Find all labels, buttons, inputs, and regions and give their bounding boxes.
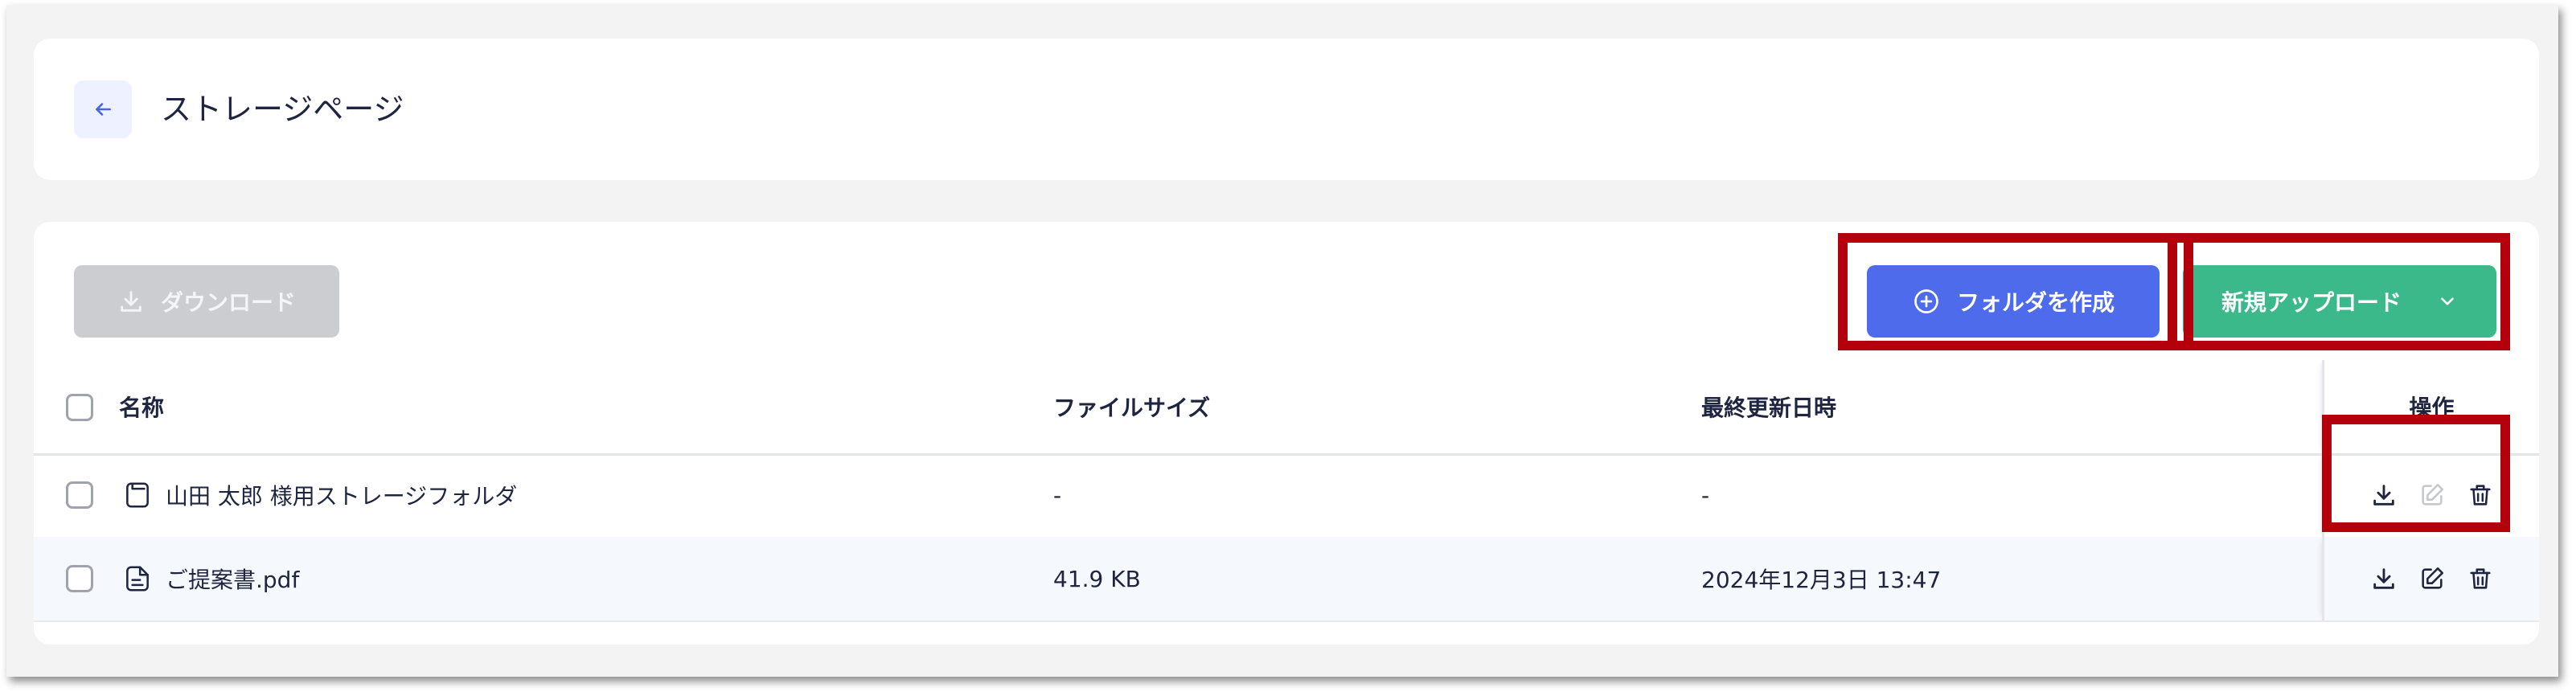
edit-icon[interactable] — [2416, 563, 2448, 595]
download-icon[interactable] — [2368, 563, 2400, 595]
row-actions — [2322, 537, 2539, 620]
highlight-create-folder — [1838, 233, 2193, 350]
row-size: - — [1053, 481, 1062, 509]
highlight-row-actions — [2322, 415, 2510, 532]
trash-icon[interactable] — [2464, 563, 2496, 595]
back-button[interactable] — [74, 80, 132, 138]
row-updated: - — [1701, 481, 1710, 509]
column-header-updated[interactable]: 最終更新日時 — [1701, 360, 1836, 453]
row-size: 41.9 KB — [1053, 565, 1141, 592]
row-checkbox[interactable] — [66, 481, 93, 509]
arrow-left-icon — [96, 103, 111, 116]
column-header-name[interactable]: 名称 — [119, 360, 164, 453]
select-all-checkbox[interactable] — [66, 394, 93, 421]
download-button-label: ダウンロード — [160, 289, 296, 316]
row-name[interactable]: ご提案書.pdf — [166, 563, 299, 595]
table-row[interactable]: 山田 太郎 様用ストレージフォルダ - - — [34, 453, 2539, 538]
app-shell: ストレージページ ダウンロード フォルダを作成 新規アップロード 名称 ファイル… — [6, 5, 2558, 677]
highlight-upload — [2168, 233, 2510, 350]
name-cell[interactable]: ご提案書.pdf — [93, 537, 299, 620]
storage-panel: ダウンロード フォルダを作成 新規アップロード 名称 ファイルサイズ 最終更新日… — [34, 222, 2539, 645]
row-name[interactable]: 山田 太郎 様用ストレージフォルダ — [166, 479, 517, 511]
page-header: ストレージページ — [34, 39, 2539, 180]
folder-icon — [122, 480, 153, 510]
row-checkbox[interactable] — [66, 565, 93, 592]
column-header-size[interactable]: ファイルサイズ — [1053, 360, 1210, 453]
name-cell[interactable]: 山田 太郎 様用ストレージフォルダ — [93, 453, 517, 537]
table-header: 名称 ファイルサイズ 最終更新日時 操作 — [34, 360, 2539, 456]
download-icon — [117, 288, 145, 315]
file-text-icon — [122, 563, 153, 594]
row-updated: 2024年12月3日 13:47 — [1701, 567, 1942, 593]
page-title: ストレージページ — [161, 92, 404, 127]
table-row[interactable]: ご提案書.pdf 41.9 KB 2024年12月3日 13:47 — [34, 537, 2539, 622]
download-button[interactable]: ダウンロード — [74, 265, 339, 338]
